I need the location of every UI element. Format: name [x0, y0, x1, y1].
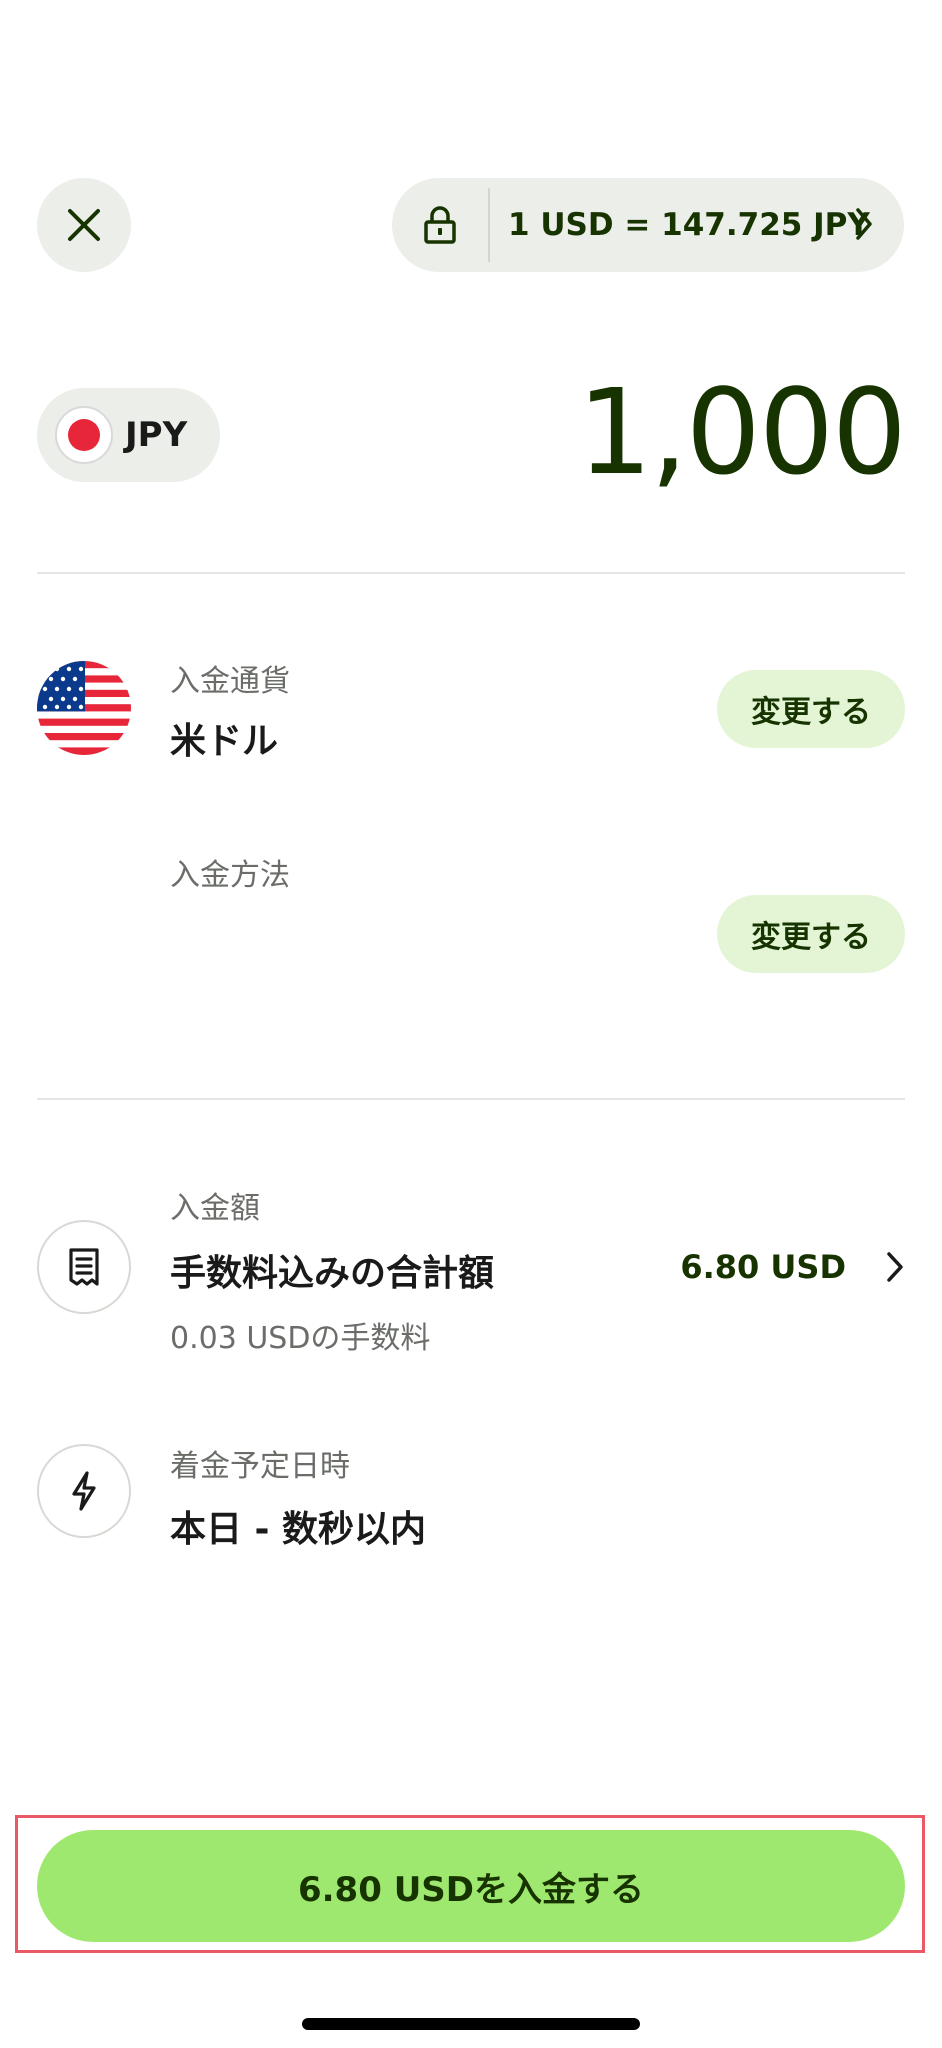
chevron-right-icon[interactable] [885, 1250, 905, 1284]
deposit-currency-value: 米ドル [170, 721, 279, 762]
source-currency-selector[interactable]: JPY [37, 388, 220, 482]
deposit-currency-label: 入金通貨 [170, 664, 290, 699]
arrival-label: 着金予定日時 [170, 1449, 350, 1484]
lightning-icon-circle [37, 1444, 131, 1538]
arrival-value: 本日 - 数秒以内 [170, 1509, 427, 1550]
deposit-amount-title: 手数料込みの合計額 [170, 1253, 495, 1294]
divider [37, 572, 905, 574]
deposit-method-label: 入金方法 [170, 858, 290, 893]
source-currency-code: JPY [125, 415, 188, 455]
amount-input[interactable]: 1,000 [577, 362, 907, 502]
home-indicator[interactable] [302, 2018, 640, 2030]
us-flag-icon [37, 661, 131, 755]
total-amount-value[interactable]: 6.80 USD [680, 1248, 846, 1286]
close-icon [68, 209, 100, 241]
exchange-rate-text: 1 USD = 147.725 JPY [508, 207, 870, 243]
fee-note: 0.03 USDの手数料 [170, 1321, 431, 1356]
change-currency-button[interactable]: 変更する [717, 670, 905, 748]
receipt-icon [69, 1248, 99, 1286]
rate-separator [488, 188, 490, 262]
japan-flag-icon [55, 406, 113, 464]
divider [37, 1098, 905, 1100]
lock-icon [424, 206, 456, 244]
change-method-button[interactable]: 変更する [717, 895, 905, 973]
receipt-icon-circle [37, 1220, 131, 1314]
deposit-amount-label: 入金額 [170, 1191, 260, 1226]
lightning-icon [72, 1471, 96, 1511]
deposit-button[interactable]: 6.80 USDを入金する [37, 1830, 905, 1942]
rate-lock [392, 178, 488, 272]
close-button[interactable] [37, 178, 131, 272]
deposit-screen: 1 USD = 147.725 JPY JPY 1,000 入金通貨 米ドル 変… [0, 0, 942, 2048]
exchange-rate-button[interactable]: 1 USD = 147.725 JPY [392, 178, 904, 272]
chevron-right-icon [856, 208, 872, 240]
